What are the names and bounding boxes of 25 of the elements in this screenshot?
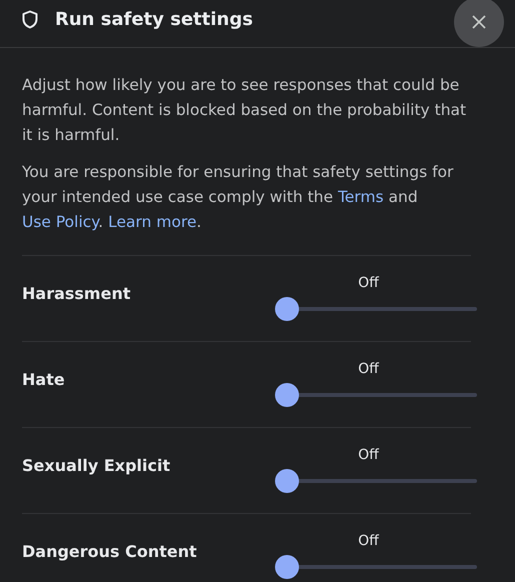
- slider-thumb[interactable]: [274, 555, 298, 579]
- link[interactable]: Use Policy: [22, 213, 98, 231]
- link[interactable]: Learn more: [108, 213, 197, 231]
- slider[interactable]: [274, 469, 476, 493]
- description-text: Adjust how likely you are to see responses that could be harmful. Content is blocked based on the probability that it is harmful.: [22, 75, 468, 146]
- category-label: Dangerous Content: [22, 542, 197, 562]
- dialog-title: Run safety settings: [55, 9, 253, 30]
- category-label: Hate: [22, 370, 65, 390]
- slider[interactable]: [274, 383, 476, 407]
- close-icon: [471, 14, 487, 30]
- slider-thumb[interactable]: [274, 383, 298, 407]
- link[interactable]: Terms: [338, 188, 384, 206]
- slider-thumb[interactable]: [274, 469, 298, 493]
- shield-icon: [22, 10, 38, 29]
- category-label: Sexually Explicit: [22, 456, 170, 476]
- slider[interactable]: [274, 297, 476, 321]
- notice-text: You are responsible for ensuring that safety settings for your intended use case comply with the Terms and Use Policy. Learn more.: [22, 162, 454, 233]
- slider-value: Off: [358, 361, 379, 377]
- slider-thumb[interactable]: [274, 297, 298, 321]
- slider-value: Off: [358, 275, 379, 291]
- close-button[interactable]: [454, 0, 504, 47]
- slider-value: Off: [358, 533, 379, 549]
- slider-value: Off: [358, 447, 379, 463]
- category-label: Harassment: [22, 284, 130, 304]
- slider[interactable]: [274, 555, 476, 579]
